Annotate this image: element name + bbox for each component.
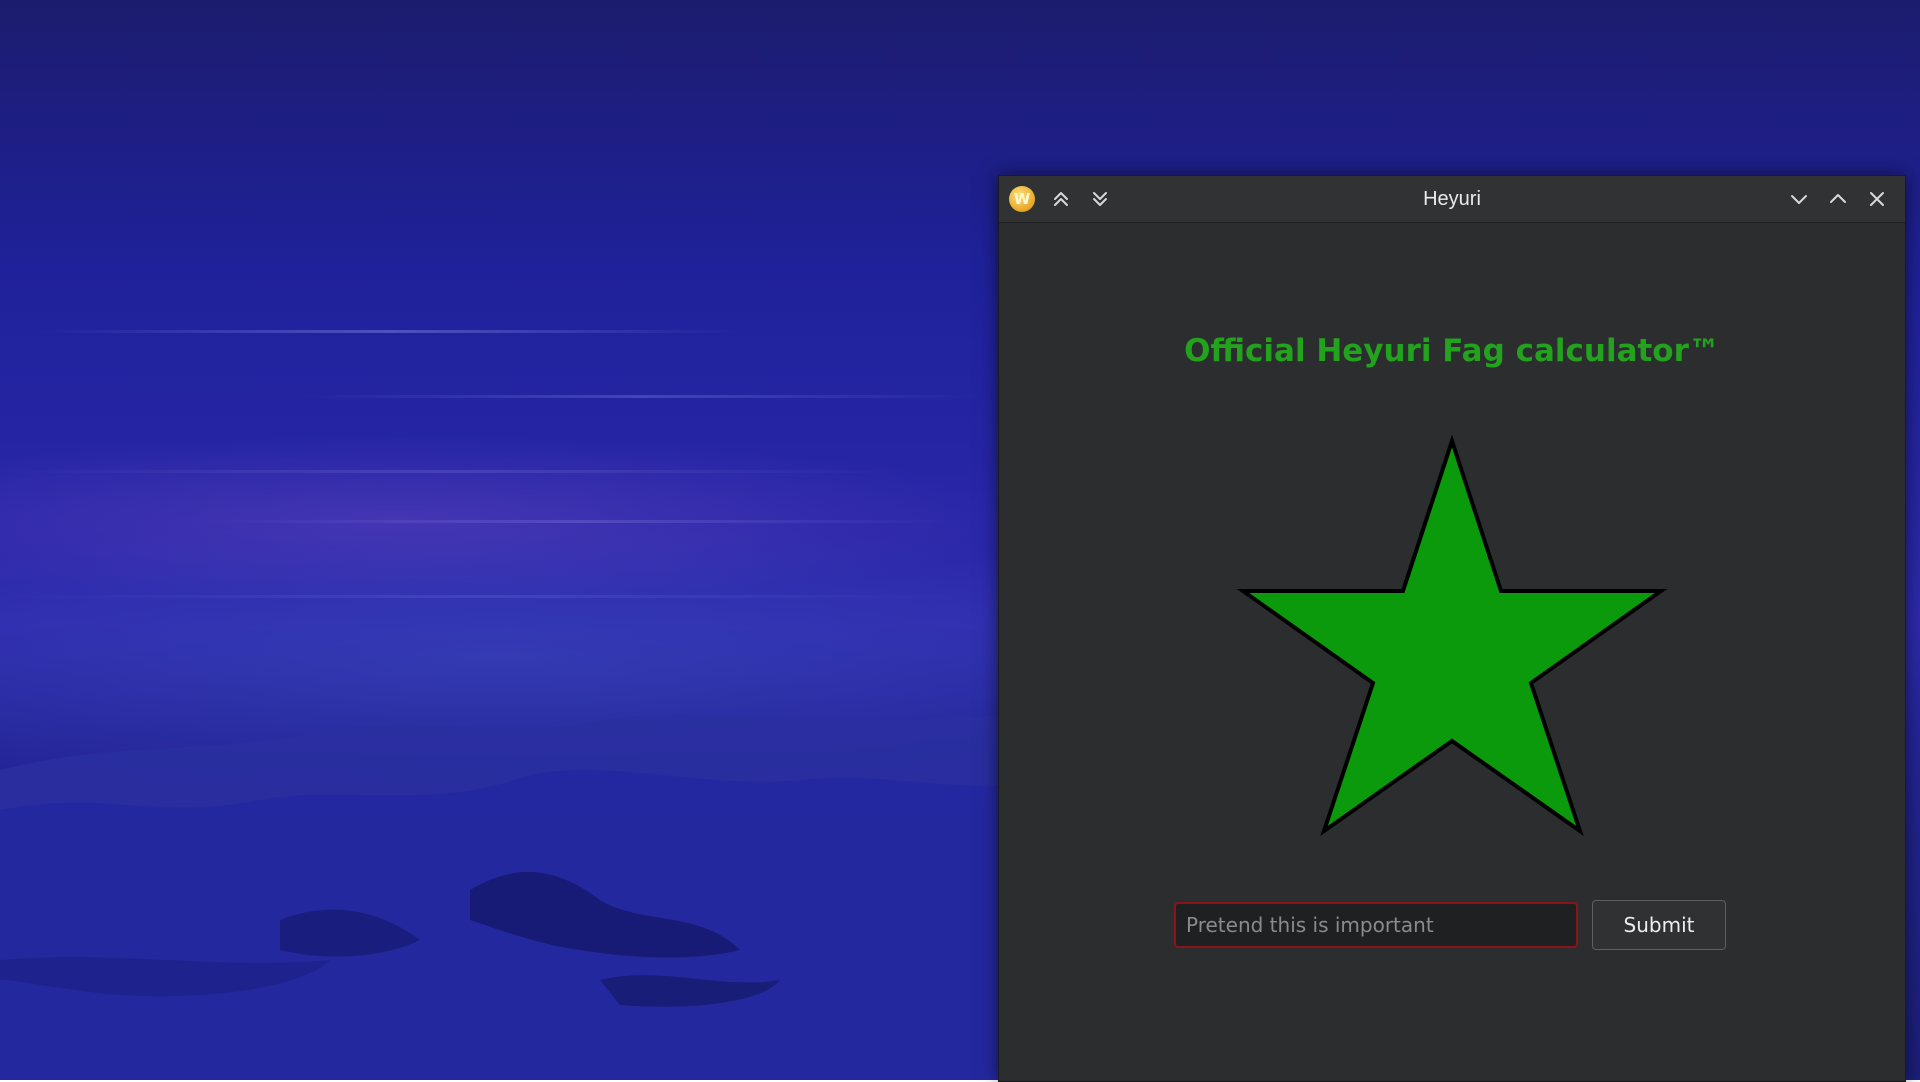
app-headline: Official Heyuri Fag calculator™ [1184,333,1720,369]
keep-below-icon[interactable] [1086,185,1114,213]
star-icon [1229,433,1675,853]
app-logo-icon[interactable]: W [1009,186,1035,212]
keep-above-icon[interactable] [1047,185,1075,213]
submit-button[interactable]: Submit [1592,900,1726,950]
maximize-icon[interactable] [1824,185,1852,213]
submit-button-label: Submit [1623,913,1695,937]
minimize-icon[interactable] [1785,185,1813,213]
window-content: Official Heyuri Fag calculator™ Submit [999,223,1905,1081]
close-icon[interactable] [1863,185,1891,213]
important-input[interactable] [1176,904,1576,946]
app-logo-glyph: W [1013,190,1031,208]
app-window: W Heyuri Official Heyuri Fag calculator™ [998,175,1906,1082]
snowy-mountains [0,715,1000,1080]
window-title: Heyuri [1423,188,1481,210]
window-titlebar[interactable]: W Heyuri [999,176,1905,223]
important-input-wrapper [1174,902,1578,948]
